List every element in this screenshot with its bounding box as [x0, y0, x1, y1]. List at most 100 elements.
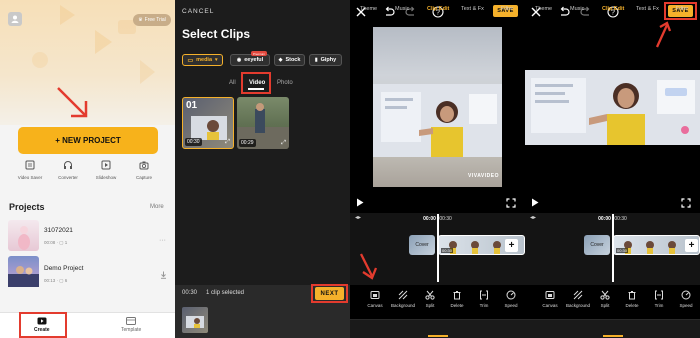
- more-options-icon[interactable]: ···: [159, 237, 166, 244]
- selected-clip-thumbnail[interactable]: [182, 307, 208, 333]
- tool-label: Canvas: [542, 303, 558, 308]
- clip-thumbnail[interactable]: 00:29 ⤢: [237, 97, 289, 149]
- project-name[interactable]: 31072021: [44, 227, 73, 234]
- watermark: VIVAVIDEO: [468, 173, 499, 179]
- free-trial-badge[interactable]: ♛ Free Trial: [133, 14, 171, 26]
- undo-icon[interactable]: [383, 6, 395, 18]
- projects-title: Projects: [9, 202, 45, 212]
- annotation-box-create: [19, 312, 67, 338]
- video-preview-canvas[interactable]: [525, 70, 700, 145]
- clip-order-number: 01: [186, 100, 198, 111]
- clip-duration: 00:29: [239, 139, 256, 147]
- tool-split[interactable]: Split: [417, 290, 443, 308]
- video-preview-canvas[interactable]: VIVAVIDEO: [373, 27, 502, 187]
- expand-icon[interactable]: ⤢: [281, 140, 286, 147]
- undo-icon[interactable]: [558, 6, 570, 18]
- tool-video-saver[interactable]: Video Saver: [12, 160, 48, 186]
- page-title: Select Clips: [182, 27, 251, 41]
- editor-screen-before: ? SAVE VIVAVIDEO 00:00 00:30 ◂▸ Cover 00…: [350, 0, 525, 338]
- speed-icon: [506, 290, 516, 300]
- playhead[interactable]: [612, 214, 614, 282]
- tab-filter[interactable]: Filter: [676, 6, 688, 12]
- tool-label: Video Saver: [17, 175, 43, 180]
- video-saver-icon: [25, 160, 35, 170]
- tool-speed[interactable]: Speed: [498, 290, 524, 308]
- play-icon[interactable]: [356, 198, 364, 207]
- tool-delete[interactable]: Delete: [619, 290, 645, 308]
- tab-text-fx[interactable]: Text & Fx: [461, 6, 484, 12]
- tab-all[interactable]: All: [229, 80, 236, 86]
- tool-split[interactable]: Split: [592, 290, 618, 308]
- play-icon[interactable]: [531, 198, 539, 207]
- profile-icon[interactable]: [8, 12, 22, 26]
- nav-template[interactable]: Template: [121, 317, 141, 333]
- tool-label: Delete: [625, 303, 639, 308]
- tab-filter[interactable]: Filter: [501, 6, 513, 12]
- tool-canvas[interactable]: Canvas: [362, 290, 388, 308]
- tool-background[interactable]: Background: [390, 290, 416, 308]
- tool-canvas[interactable]: Canvas: [537, 290, 563, 308]
- eye-icon: ◉: [236, 57, 242, 63]
- stock-tab[interactable]: ◆ Stock: [274, 54, 305, 66]
- expand-icon[interactable]: ⤢: [225, 139, 230, 146]
- canvas-icon: [370, 291, 380, 299]
- slideshow-icon: [101, 160, 111, 170]
- home-screen: ♛ Free Trial + NEW PROJECT Video Saver C…: [0, 0, 175, 338]
- download-icon[interactable]: [160, 271, 167, 279]
- giphy-label: Giphy: [320, 57, 337, 63]
- tool-trim[interactable]: Trim: [646, 290, 672, 308]
- tool-speed[interactable]: Speed: [673, 290, 699, 308]
- media-dropdown[interactable]: ▭ media ▾: [182, 54, 223, 66]
- tool-trim[interactable]: Trim: [471, 290, 497, 308]
- tab-music[interactable]: Music: [570, 6, 584, 12]
- project-thumbnail[interactable]: [8, 220, 39, 251]
- tool-converter[interactable]: Converter: [50, 160, 86, 186]
- new-project-button[interactable]: + NEW PROJECT: [18, 127, 158, 154]
- project-thumbnail[interactable]: [8, 256, 39, 287]
- add-clip-icon[interactable]: +: [685, 239, 698, 252]
- tool-delete[interactable]: Delete: [444, 290, 470, 308]
- timeline-start-marker-icon: ◂▸: [530, 215, 537, 221]
- premium-tag: Premium: [251, 51, 267, 56]
- tool-label: Split: [600, 303, 610, 308]
- nav-template-label: Template: [121, 327, 142, 333]
- screenshot-composite: ♛ Free Trial + NEW PROJECT Video Saver C…: [0, 0, 700, 338]
- add-clip-icon[interactable]: +: [505, 239, 518, 252]
- cover-thumbnail[interactable]: Cover: [584, 235, 610, 255]
- tab-clip-edit[interactable]: Clip Edit: [602, 6, 624, 12]
- time-total: 00:30: [614, 216, 627, 222]
- tool-background[interactable]: Background: [565, 290, 591, 308]
- playhead[interactable]: [437, 214, 439, 282]
- tab-music[interactable]: Music: [395, 6, 409, 12]
- clip-strip-duration: 00:30: [616, 248, 629, 253]
- cover-thumbnail[interactable]: Cover: [409, 235, 435, 255]
- time-current: 00:00: [598, 216, 611, 222]
- timeline-start-marker-icon: ◂▸: [355, 215, 362, 221]
- stock-label: Stock: [285, 57, 301, 63]
- time-total: 00:30: [439, 216, 452, 222]
- fullscreen-icon[interactable]: [681, 198, 691, 208]
- chevron-down-icon: ▾: [215, 57, 218, 63]
- clip-duration: 00:30: [185, 138, 202, 146]
- annotation-box-next: [311, 284, 348, 303]
- tool-capture[interactable]: Capture: [126, 160, 162, 186]
- tab-photo[interactable]: Photo: [277, 80, 293, 86]
- project-name[interactable]: Demo Project: [44, 265, 83, 272]
- cancel-button[interactable]: CANCEL: [182, 8, 214, 15]
- headphones-icon: [64, 161, 72, 169]
- tab-theme[interactable]: Theme: [535, 6, 552, 12]
- tab-theme[interactable]: Theme: [360, 6, 377, 12]
- giphy-tab[interactable]: ▮ Giphy: [309, 54, 342, 66]
- stock-icon: ◆: [278, 57, 283, 63]
- annotation-arrow-save: [655, 21, 672, 48]
- tool-label: Converter: [58, 175, 78, 180]
- tool-slideshow[interactable]: Slideshow: [88, 160, 124, 186]
- projects-more-link[interactable]: More: [150, 204, 164, 210]
- selected-count-text: 1 clip selected: [206, 290, 245, 296]
- fullscreen-icon[interactable]: [506, 198, 516, 208]
- clip-thumbnail[interactable]: 01 00:30 ⤢: [182, 97, 234, 149]
- trash-icon: [453, 291, 461, 300]
- tab-clip-edit[interactable]: Clip Edit: [427, 6, 449, 12]
- editor-screen-after: ? SAVE 00:00 00:30 ◂▸ Cover 00:30 + Canv…: [525, 0, 700, 338]
- tab-text-fx[interactable]: Text & Fx: [636, 6, 659, 12]
